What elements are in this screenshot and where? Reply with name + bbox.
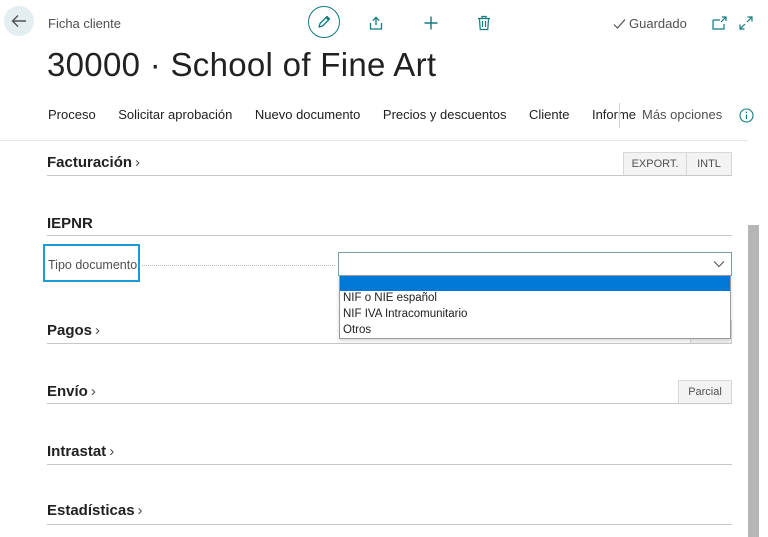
section-divider — [47, 235, 732, 236]
trash-icon — [478, 15, 490, 31]
section-iepnr-header[interactable]: IEPNR — [47, 215, 93, 232]
dropdown-option[interactable]: NIF o NIE español — [343, 292, 437, 304]
new-button[interactable] — [421, 13, 441, 33]
section-iepnr-title: IEPNR — [47, 215, 93, 232]
back-button[interactable] — [4, 6, 34, 36]
chevron-right-icon: › — [137, 502, 143, 519]
section-envio-header[interactable]: Envío › — [47, 383, 96, 400]
section-divider — [47, 403, 732, 404]
arrow-left-icon — [11, 15, 26, 27]
section-estadisticas-title: Estadísticas — [47, 502, 135, 519]
action-proceso[interactable]: Proceso — [48, 107, 96, 122]
save-status-label: Guardado — [629, 16, 687, 31]
section-intrastat-title: Intrastat — [47, 443, 107, 460]
dropdown-option-empty[interactable] — [340, 276, 730, 291]
edit-button[interactable] — [308, 6, 340, 38]
section-estadisticas-header[interactable]: Estadísticas › — [47, 502, 143, 519]
dropdown-option[interactable]: Otros — [343, 324, 371, 336]
checkmark-icon — [613, 18, 626, 29]
action-solicitar-aprobacion[interactable]: Solicitar aprobación — [118, 107, 232, 122]
share-button[interactable] — [366, 13, 386, 33]
action-bar: Proceso Solicitar aprobación Nuevo docum… — [48, 107, 659, 122]
breadcrumb: Ficha cliente — [48, 16, 121, 31]
section-pagos-header[interactable]: Pagos › — [47, 322, 100, 339]
action-separator — [619, 103, 620, 128]
section-envio-title: Envío — [47, 383, 88, 400]
section-intrastat-header[interactable]: Intrastat › — [47, 443, 114, 460]
open-new-window-button[interactable] — [710, 14, 728, 32]
section-pagos-title: Pagos — [47, 322, 93, 339]
open-in-new-window-icon — [711, 16, 727, 30]
chevron-right-icon: › — [95, 322, 101, 339]
section-facturacion-title: Facturación — [47, 154, 133, 171]
action-nuevo-documento[interactable]: Nuevo documento — [255, 107, 361, 122]
scrollbar-thumb[interactable] — [748, 225, 759, 537]
chip-export[interactable]: EXPORT. — [623, 152, 687, 176]
plus-icon — [424, 16, 438, 30]
chevron-right-icon: › — [135, 154, 141, 171]
section-divider — [47, 524, 732, 525]
chip-intl[interactable]: INTL — [686, 152, 732, 176]
section-facturacion-header[interactable]: Facturación › — [47, 154, 140, 171]
chevron-right-icon: › — [90, 383, 96, 400]
expand-icon — [739, 16, 753, 30]
field-leader-dots — [142, 265, 335, 266]
share-icon — [369, 16, 383, 30]
tipo-documento-select[interactable] — [338, 252, 732, 276]
section-divider — [47, 464, 732, 465]
tipo-documento-dropdown: NIF o NIE español NIF IVA Intracomunitar… — [339, 275, 731, 339]
chevron-down-icon — [713, 261, 725, 268]
section-divider — [47, 175, 732, 176]
info-button[interactable] — [738, 107, 754, 123]
chip-parcial[interactable]: Parcial — [678, 380, 732, 404]
action-bar-divider — [0, 140, 748, 141]
page-title: 30000 · School of Fine Art — [47, 46, 437, 83]
tipo-documento-label: Tipo documento — [48, 258, 138, 272]
dropdown-option[interactable]: NIF IVA Intracomunitario — [343, 308, 467, 320]
section-divider — [47, 343, 732, 344]
chevron-right-icon: › — [109, 443, 115, 460]
action-informe[interactable]: Informe — [592, 107, 636, 122]
delete-button[interactable] — [474, 13, 494, 33]
save-status: Guardado — [613, 16, 687, 31]
pencil-icon — [318, 15, 331, 28]
info-icon — [738, 107, 754, 123]
action-precios-y-descuentos[interactable]: Precios y descuentos — [383, 107, 507, 122]
more-options-button[interactable]: Más opciones — [642, 107, 722, 122]
action-cliente[interactable]: Cliente — [529, 107, 569, 122]
expand-button[interactable] — [736, 13, 756, 33]
